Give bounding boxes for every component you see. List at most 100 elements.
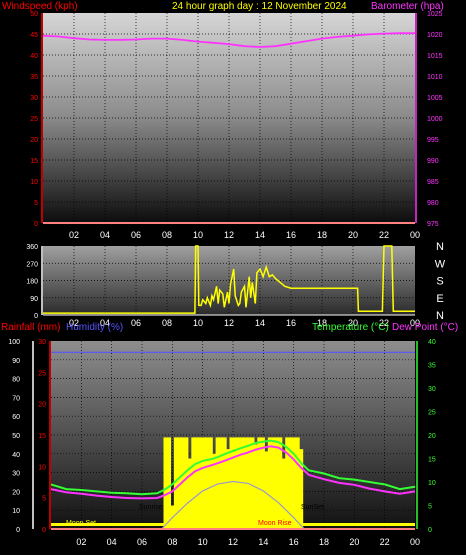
moonrise-label: Moon Rise <box>258 520 292 527</box>
y-tick-label: 50 <box>12 433 20 440</box>
y-tick-label: 100 <box>8 339 20 346</box>
y-tick-label: 25 <box>428 410 436 417</box>
y-tick-label: 10 <box>30 179 38 186</box>
y-tick-label: 360 <box>26 244 38 251</box>
y-tick-label: 15 <box>30 158 38 165</box>
y-tick-label: 25 <box>38 370 46 377</box>
y-tick-label: 40 <box>30 53 38 60</box>
rainfall-axis-title: Rainfall (mm) <box>1 322 60 333</box>
solar-bar <box>198 437 203 529</box>
wind-baro-panel: 02 04 06 08 10 12 14 16 18 20 22 000510152025303540… <box>30 11 442 240</box>
x-tick-label: 10 <box>198 537 208 547</box>
y-tick-label: 0 <box>16 527 20 534</box>
x-tick-label: 08 <box>162 230 172 240</box>
x-tick-label: 04 <box>100 230 110 240</box>
x-tick-label: 22 <box>379 230 389 240</box>
x-tick-label: 22 <box>380 537 390 547</box>
y-tick-label: 180 <box>26 279 38 286</box>
y-tick-label: 40 <box>12 452 20 459</box>
x-tick-label: 12 <box>224 318 234 328</box>
x-tick-label: 10 <box>193 318 203 328</box>
y-tick-label: 60 <box>12 414 20 421</box>
y-tick-label: 990 <box>427 158 439 165</box>
compass-labels: NWSEN <box>435 241 446 322</box>
x-tick-label: 20 <box>349 537 359 547</box>
compass-label: N <box>436 310 444 322</box>
daylight-strip <box>51 523 415 526</box>
y-tick-label: 5 <box>428 504 432 511</box>
solar-bar <box>236 437 241 529</box>
x-tick-label: 08 <box>162 318 172 328</box>
y-tick-label: 0 <box>42 527 46 534</box>
solar-bar <box>260 437 265 529</box>
x-tick-label: 02 <box>69 230 79 240</box>
y-tick-label: 15 <box>38 433 46 440</box>
solar-bar <box>226 449 231 529</box>
y-tick-label: 5 <box>34 200 38 207</box>
humidity-axis-title: Humidity (%) <box>66 322 123 333</box>
graph-title: 24 hour graph day : 12 November 2024 <box>172 1 347 12</box>
y-tick-label: 20 <box>12 489 20 496</box>
x-tick-label: 00 <box>410 230 420 240</box>
y-tick-label: 270 <box>26 261 38 268</box>
left-axis-title: Windspeed (kph) <box>2 1 78 12</box>
y-tick-label: 15 <box>428 457 436 464</box>
x-tick-label: 14 <box>255 318 265 328</box>
solar-bar <box>274 437 279 529</box>
x-tick-label: 00 <box>410 537 420 547</box>
temperature-axis-title: Temperature (°C) <box>312 322 389 333</box>
y-tick-label: 0 <box>34 313 38 320</box>
y-tick-label: 1020 <box>427 32 443 39</box>
y-tick-label: 35 <box>428 363 436 370</box>
x-tick-label: 04 <box>107 537 117 547</box>
y-tick-label: 80 <box>12 377 20 384</box>
x-tick-label: 10 <box>193 230 203 240</box>
x-tick-label: 16 <box>286 318 296 328</box>
y-tick-label: 90 <box>12 358 20 365</box>
y-tick-label: 995 <box>427 137 439 144</box>
y-tick-label: 1015 <box>427 53 443 60</box>
compass-label: S <box>436 276 443 288</box>
x-tick-label: 14 <box>255 230 265 240</box>
y-tick-label: 1000 <box>427 116 443 123</box>
direction-panel: 02 04 06 08 10 12 14 16 18 20 22 00090180270360 NWS… <box>26 241 445 328</box>
y-tick-label: 975 <box>427 221 439 228</box>
y-tick-label: 1025 <box>427 11 443 18</box>
y-tick-label: 10 <box>38 464 46 471</box>
solar-bar <box>278 437 283 529</box>
y-tick-label: 0 <box>428 527 432 534</box>
solar-bar <box>264 451 269 529</box>
x-tick-label: 06 <box>131 318 141 328</box>
y-tick-label: 5 <box>42 496 46 503</box>
solar-bar <box>201 437 206 529</box>
y-tick-label: 20 <box>38 402 46 409</box>
x-tick-label: 12 <box>224 230 234 240</box>
x-tick-label: 02 <box>76 537 86 547</box>
y-tick-label: 985 <box>427 179 439 186</box>
y-tick-label: 40 <box>428 339 436 346</box>
y-tick-label: 30 <box>428 386 436 393</box>
x-tick-label: 20 <box>348 230 358 240</box>
solar-bar <box>191 437 196 529</box>
solar-bar <box>166 437 171 529</box>
y-tick-label: 1005 <box>427 95 443 102</box>
y-tick-label: 50 <box>30 11 38 18</box>
y-tick-label: 70 <box>12 395 20 402</box>
y-tick-label: 20 <box>30 137 38 144</box>
y-tick-label: 30 <box>38 339 46 346</box>
solar-bar <box>257 437 262 529</box>
compass-label: N <box>436 241 444 253</box>
solar-bar <box>205 437 210 529</box>
y-tick-label: 30 <box>12 471 20 478</box>
x-tick-label: 18 <box>317 230 327 240</box>
compass-label: E <box>436 293 443 305</box>
sunrise-label: Sunrise <box>139 504 163 511</box>
x-tick-label: 08 <box>167 537 177 547</box>
x-tick-label: 06 <box>137 537 147 547</box>
y-tick-label: 20 <box>428 433 436 440</box>
y-tick-label: 35 <box>30 74 38 81</box>
x-tick-label: 12 <box>228 537 238 547</box>
solar-bar <box>184 437 189 529</box>
solar-bar <box>292 437 297 529</box>
temp-humidity-panel: 02 04 06 08 10 12 14 16 18 20 22 000102030405060708… <box>8 339 436 547</box>
